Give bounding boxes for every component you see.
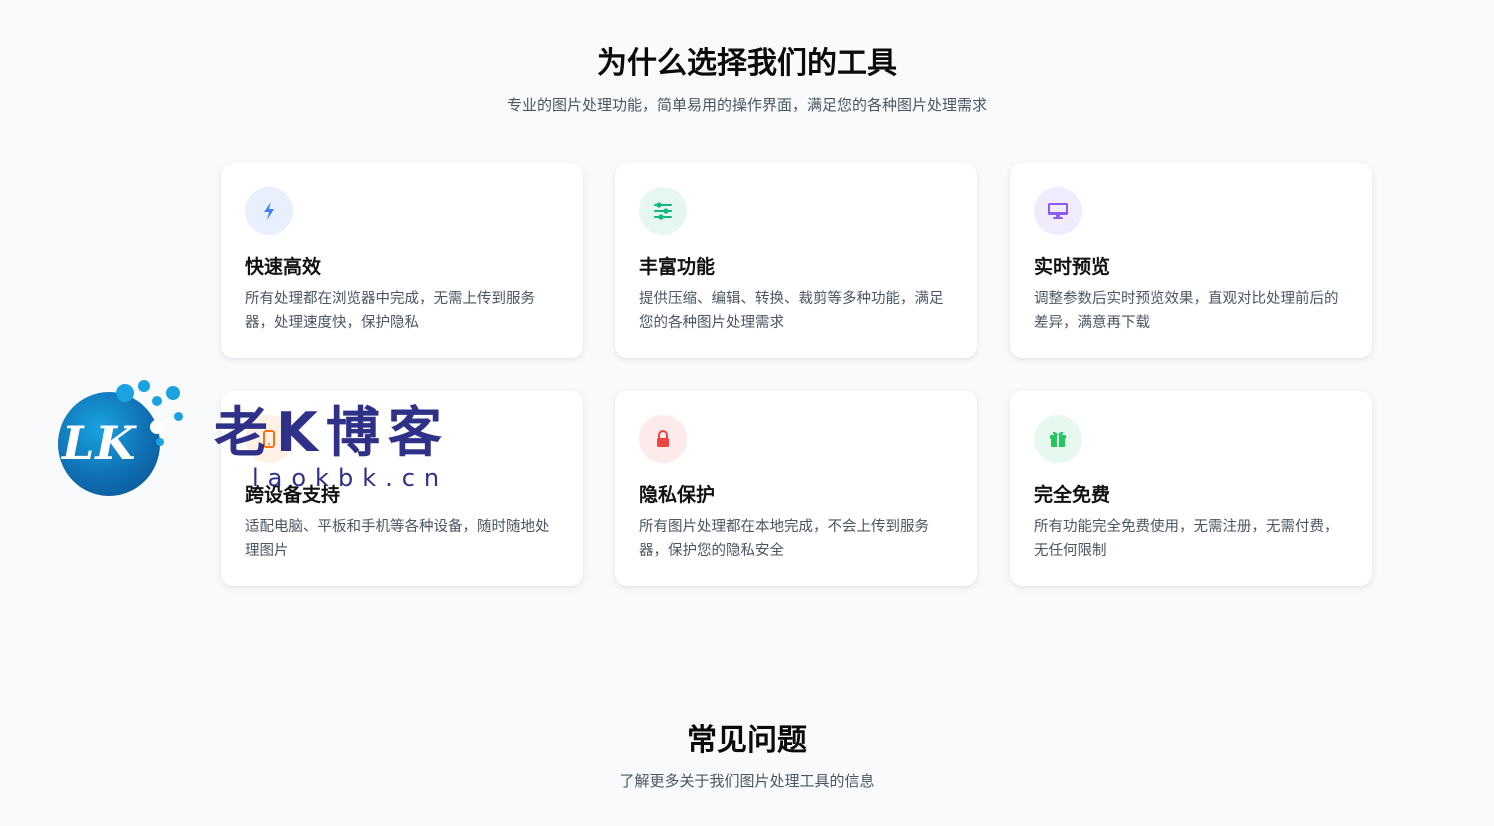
feature-title: 丰富功能: [639, 256, 716, 278]
watermark-splash-dot: [166, 386, 180, 400]
feature-description: 所有功能完全免费使用，无需注册，无需付费，无任何限制: [1034, 519, 1339, 559]
watermark-splash-dot: [152, 396, 162, 406]
watermark-logo-circle: [58, 392, 160, 496]
watermark-logo-letters: LK: [62, 416, 137, 470]
lightning-icon: [245, 187, 293, 235]
monitor-icon: [1034, 187, 1082, 235]
gift-icon: [1034, 415, 1082, 463]
mobile-icon: [245, 415, 293, 463]
feature-card-cross-device: 跨设备支持 适配电脑、平板和手机等各种设备，随时随地处理图片: [221, 391, 583, 586]
feature-card-free: 完全免费 所有功能完全免费使用，无需注册，无需付费，无任何限制: [1010, 391, 1372, 586]
feature-description: 提供压缩、编辑、转换、裁剪等多种功能，满足您的各种图片处理需求: [639, 291, 944, 331]
feature-title: 隐私保护: [639, 484, 716, 506]
feature-description: 所有图片处理都在本地完成，不会上传到服务器，保护您的隐私安全: [639, 519, 929, 559]
watermark-splash-dot: [174, 412, 183, 421]
feature-card-privacy: 隐私保护 所有图片处理都在本地完成，不会上传到服务器，保护您的隐私安全: [615, 391, 977, 586]
why-section-title: 为什么选择我们的工具: [597, 46, 897, 81]
feature-card-functions: 丰富功能 提供压缩、编辑、转换、裁剪等多种功能，满足您的各种图片处理需求: [615, 163, 977, 358]
page: 为什么选择我们的工具 专业的图片处理功能，简单易用的操作界面，满足您的各种图片处…: [0, 0, 1494, 826]
watermark-splash-dot: [116, 384, 134, 402]
feature-description: 所有处理都在浏览器中完成，无需上传到服务器，处理速度快，保护隐私: [245, 291, 535, 331]
feature-title: 快速高效: [245, 256, 322, 278]
feature-title: 实时预览: [1034, 256, 1111, 278]
feature-card-fast: 快速高效 所有处理都在浏览器中完成，无需上传到服务器，处理速度快，保护隐私: [221, 163, 583, 358]
faq-section-title: 常见问题: [687, 723, 807, 758]
watermark-splash-dot: [138, 380, 150, 392]
why-section-subtitle: 专业的图片处理功能，简单易用的操作界面，满足您的各种图片处理需求: [506, 96, 987, 114]
sliders-icon: [639, 187, 687, 235]
watermark-splash-dot: [156, 438, 164, 446]
faq-section-subtitle: 了解更多关于我们图片处理工具的信息: [619, 772, 875, 790]
feature-description: 适配电脑、平板和手机等各种设备，随时随地处理图片: [245, 519, 550, 559]
feature-title: 完全免费: [1034, 484, 1111, 506]
feature-description: 调整参数后实时预览效果，直观对比处理前后的差异，满意再下载: [1034, 291, 1339, 331]
feature-title: 跨设备支持: [245, 484, 341, 506]
lock-icon: [639, 415, 687, 463]
feature-card-preview: 实时预览 调整参数后实时预览效果，直观对比处理前后的差异，满意再下载: [1010, 163, 1372, 358]
watermark-splash-dot: [150, 420, 164, 434]
